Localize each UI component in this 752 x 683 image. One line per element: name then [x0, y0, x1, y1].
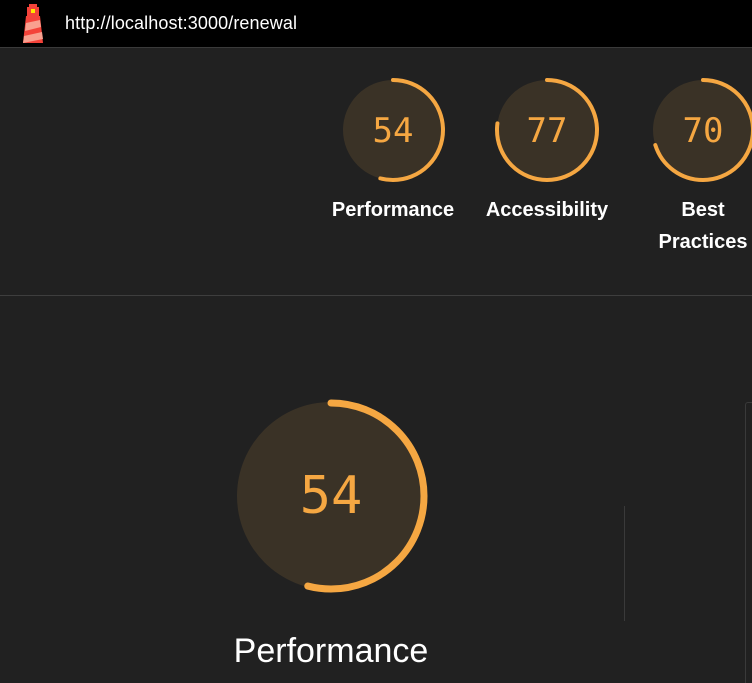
gauge-label-line: Best [681, 199, 725, 221]
gauge-label-line: Practices [658, 231, 748, 253]
gauge-best-practices[interactable]: 70 Best Practices [636, 78, 752, 258]
main-gauge-ring: 54 [234, 399, 428, 593]
metrics-panel-edge [745, 402, 752, 683]
gauge-label: Performance [331, 199, 455, 221]
gauge-label: Best Practices [636, 194, 752, 258]
main-gauge-title: Performance [233, 632, 429, 670]
main-gauge-score: 54 [300, 466, 363, 526]
gauges-summary: 54 Performance 77 Accessibility 70 Best … [0, 48, 752, 296]
gauge-score: 70 [683, 111, 724, 151]
url-bar: http://localhost:3000/renewal [0, 0, 752, 48]
lighthouse-icon [23, 4, 43, 43]
page-url[interactable]: http://localhost:3000/renewal [65, 13, 297, 34]
section-divider [624, 506, 625, 621]
gauge-ring: 70 [651, 78, 752, 182]
gauge-ring: 77 [495, 78, 599, 182]
gauge-score: 54 [373, 111, 414, 151]
gauge-performance[interactable]: 54 Performance [326, 78, 460, 226]
gauge-ring: 54 [341, 78, 445, 182]
gauge-label: Accessibility [485, 199, 609, 221]
main-gauge: 54 [233, 398, 429, 594]
gauge-score: 77 [527, 111, 568, 151]
gauge-accessibility[interactable]: 77 Accessibility [480, 78, 614, 226]
